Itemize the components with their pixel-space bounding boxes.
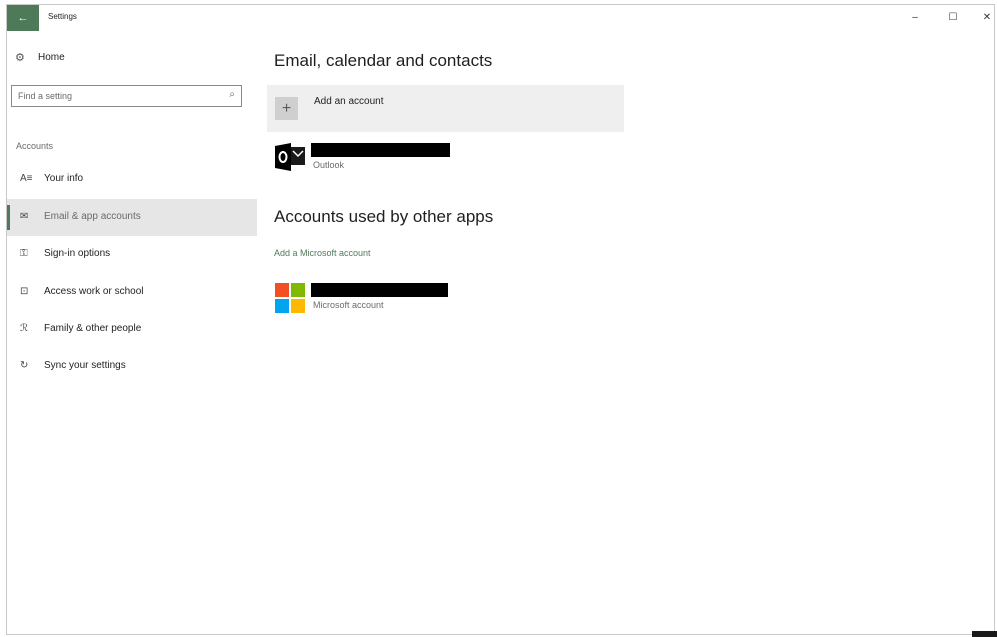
- add-account-button[interactable]: + Add an account: [267, 85, 624, 132]
- search-icon: ⌕: [229, 89, 235, 100]
- microsoft-logo-icon: [275, 283, 306, 314]
- redacted-account-name: [311, 283, 448, 297]
- outlook-account-item[interactable]: Outlook: [275, 143, 675, 175]
- sync-icon: ↻: [20, 360, 29, 371]
- person-card-icon: A≡: [20, 173, 33, 184]
- back-button[interactable]: ←: [7, 5, 39, 31]
- minimize-button[interactable]: –: [905, 9, 925, 25]
- search-input[interactable]: Find a setting ⌕: [11, 85, 242, 107]
- add-microsoft-account-link[interactable]: Add a Microsoft account: [274, 248, 371, 258]
- person-add-icon: ℛ: [20, 323, 28, 334]
- maximize-icon: ☐: [948, 11, 958, 23]
- redacted-account-name: [311, 143, 450, 157]
- add-account-label: Add an account: [314, 96, 384, 107]
- window-title: Settings: [48, 12, 77, 21]
- sidebar-item-family-other-people[interactable]: ℛ Family & other people: [7, 311, 257, 348]
- account-type-label: Outlook: [313, 160, 345, 170]
- gear-icon: ⚙: [15, 52, 25, 64]
- briefcase-icon: ⊡: [20, 286, 29, 297]
- close-button[interactable]: ✕: [977, 9, 997, 25]
- sidebar-item-email-app-accounts[interactable]: ✉ Email & app accounts: [7, 199, 257, 236]
- section-label-accounts: Accounts: [16, 141, 54, 151]
- settings-window: ← Settings – ☐ ✕ ⚙ Home Find a setting ⌕…: [6, 4, 995, 635]
- envelope-icon: ✉: [20, 211, 29, 222]
- account-type-label: Microsoft account: [313, 300, 384, 310]
- email-calendar-contacts-heading: Email, calendar and contacts: [274, 51, 493, 70]
- main-content: Email, calendar and contacts + Add an ac…: [267, 31, 987, 631]
- sidebar-item-label: Sync your settings: [44, 360, 126, 371]
- sidebar: ⚙ Home Find a setting ⌕ Accounts A≡ Your…: [7, 31, 257, 631]
- sidebar-item-access-work-school[interactable]: ⊡ Access work or school: [7, 274, 257, 311]
- close-icon: ✕: [982, 11, 992, 23]
- sidebar-item-label: Access work or school: [44, 286, 144, 297]
- taskbar-edge: [972, 631, 997, 637]
- sidebar-item-label: Sign-in options: [44, 248, 111, 259]
- outlook-icon: [275, 143, 305, 171]
- plus-icon: +: [275, 97, 298, 120]
- accounts-other-apps-heading: Accounts used by other apps: [274, 207, 494, 226]
- title-bar: ← Settings – ☐ ✕: [7, 5, 994, 31]
- sidebar-item-your-info[interactable]: A≡ Your info: [7, 161, 257, 198]
- sidebar-item-label: Your info: [44, 173, 84, 184]
- microsoft-account-item[interactable]: Microsoft account: [275, 283, 675, 315]
- key-icon: ⚿: [20, 248, 28, 259]
- sidebar-item-label: Email & app accounts: [44, 211, 141, 222]
- sidebar-item-sync-settings[interactable]: ↻ Sync your settings: [7, 348, 257, 385]
- home-label: Home: [38, 52, 65, 63]
- minimize-icon: –: [912, 11, 918, 23]
- sidebar-item-home[interactable]: ⚙ Home: [7, 49, 257, 69]
- sidebar-item-sign-in-options[interactable]: ⚿ Sign-in options: [7, 236, 257, 273]
- sidebar-item-label: Family & other people: [44, 323, 142, 334]
- search-placeholder: Find a setting: [18, 91, 73, 101]
- maximize-button[interactable]: ☐: [943, 9, 963, 25]
- arrow-left-icon: ←: [17, 12, 29, 24]
